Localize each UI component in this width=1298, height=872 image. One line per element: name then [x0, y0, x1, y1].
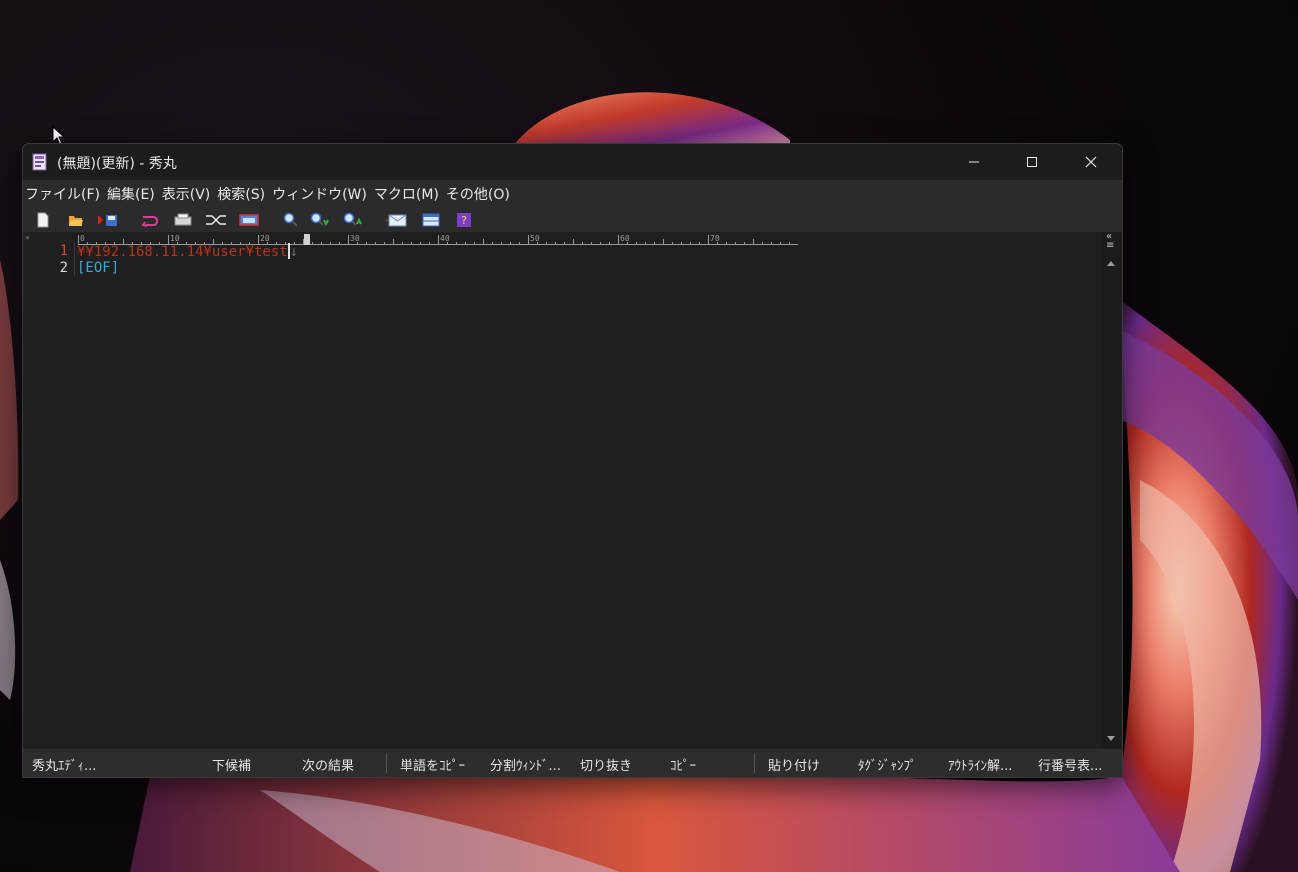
code-line[interactable]: [EOF]	[77, 260, 119, 276]
line-text: ¥¥192.168.11.14¥user¥test	[77, 244, 288, 260]
editor-area[interactable]: » 0 10 20 30 40 50 60 70 1 2 ¥¥192.168.1…	[23, 232, 1101, 749]
fkey-split-window[interactable]: 分割ｳｨﾝﾄﾞ...	[490, 755, 561, 774]
fkey-copy[interactable]: ｺﾋﾟｰ	[670, 755, 696, 774]
window-title: (無題)(更新) - 秀丸	[57, 156, 177, 172]
menu-other[interactable]: その他(O)	[445, 184, 516, 204]
fkey-paste[interactable]: 貼り付け	[768, 755, 820, 774]
save-icon	[98, 215, 117, 226]
open-folder-icon	[69, 216, 83, 226]
minimize-button[interactable]	[945, 144, 1003, 180]
split-window-button[interactable]	[420, 211, 442, 229]
menu-edit[interactable]: 編集(E)	[106, 184, 161, 204]
status-separator	[386, 753, 387, 773]
close-button[interactable]	[1062, 144, 1120, 180]
vertical-scrollbar[interactable]: « ≡	[1101, 231, 1121, 749]
help-button[interactable]: ?	[453, 211, 475, 229]
fkey-cut[interactable]: 切り抜き	[580, 755, 632, 774]
ruler-label: 0	[80, 234, 85, 243]
line-number: 1	[59, 243, 68, 259]
fkey-tag-jump[interactable]: ﾀｸﾞｼﾞｬﾝﾌﾟ	[858, 755, 917, 774]
scroll-up-icon[interactable]	[1101, 258, 1121, 268]
hidemaru-app-icon	[32, 153, 47, 171]
hidemaru-window: (無題)(更新) - 秀丸 ファイル(F) 編集(E) 表示(V) 検索(S) …	[22, 143, 1123, 778]
fkey-next-candidate[interactable]: 下候補	[212, 755, 251, 774]
menu-bar: ファイル(F) 編集(E) 表示(V) 検索(S) ウィンドウ(W) マクロ(M…	[23, 180, 1122, 207]
ruler-label: 40	[440, 234, 450, 243]
print-button[interactable]	[172, 211, 194, 229]
line-number: 2	[59, 260, 68, 276]
ruler-label: 70	[710, 234, 720, 243]
close-icon	[1085, 156, 1097, 168]
undo-icon	[141, 216, 159, 227]
new-file-button[interactable]	[32, 211, 54, 229]
fkey-copy-word[interactable]: 単語をｺﾋﾟｰ	[400, 755, 465, 774]
list-icon[interactable]: ≡	[1106, 240, 1114, 251]
scroll-down-icon[interactable]	[1101, 734, 1121, 744]
menu-macro[interactable]: マクロ(M)	[373, 184, 445, 204]
help-icon: ?	[457, 213, 471, 227]
ruler-marker: »	[25, 233, 30, 242]
open-file-button[interactable]	[65, 211, 87, 229]
shuffle-button[interactable]	[205, 211, 227, 229]
menu-file[interactable]: ファイル(F)	[24, 184, 106, 204]
search-down-button[interactable]	[309, 211, 331, 229]
shuffle-icon	[206, 215, 226, 225]
search-button[interactable]	[280, 211, 302, 229]
menu-window[interactable]: ウィンドウ(W)	[271, 184, 373, 204]
fkey-next-result[interactable]: 次の結果	[302, 755, 354, 774]
menu-view[interactable]: 表示(V)	[161, 184, 217, 204]
function-key-bar: 秀丸ｴﾃﾞｨ... 下候補 次の結果 単語をｺﾋﾟｰ 分割ｳｨﾝﾄﾞ... 切り…	[23, 749, 1122, 777]
ruler-cursor-marker	[304, 234, 310, 245]
ruler-label: 60	[620, 234, 630, 243]
search-up-button[interactable]	[342, 211, 364, 229]
search-down-icon	[310, 212, 329, 227]
print-icon	[174, 213, 192, 226]
mail-button[interactable]	[386, 211, 408, 229]
minimize-icon	[969, 161, 979, 163]
toolbar: ?	[23, 207, 1122, 232]
svg-text:?: ?	[461, 214, 467, 227]
line-end-mark: ↓	[289, 244, 299, 260]
fkey-line-number[interactable]: 行番号表...	[1038, 755, 1102, 774]
undo-button[interactable]	[139, 211, 161, 229]
search-icon	[283, 212, 298, 227]
maximize-button[interactable]	[1003, 144, 1061, 180]
mail-icon	[386, 214, 407, 227]
window-icon	[239, 214, 259, 226]
title-bar[interactable]: (無題)(更新) - 秀丸	[23, 144, 1122, 180]
menu-search[interactable]: 検索(S)	[216, 184, 271, 204]
search-up-icon	[343, 212, 362, 226]
gutter-divider	[74, 243, 75, 277]
new-file-icon	[37, 212, 49, 228]
fkey-hidemaru-editor[interactable]: 秀丸ｴﾃﾞｨ...	[32, 755, 96, 774]
save-button[interactable]	[97, 211, 119, 229]
window-button[interactable]	[238, 211, 260, 229]
status-separator	[754, 753, 755, 773]
window-split-icon	[422, 213, 440, 227]
ruler-label: 20	[260, 234, 270, 243]
ruler-label: 50	[530, 234, 540, 243]
maximize-icon	[1027, 157, 1037, 167]
ruler-label: 10	[170, 234, 180, 243]
eof-marker: [EOF]	[77, 260, 120, 276]
code-line[interactable]: ¥¥192.168.11.14¥user¥test ↓	[77, 243, 298, 260]
fkey-outline[interactable]: ｱｳﾄﾗｲﾝ解...	[948, 755, 1012, 774]
ruler-label: 30	[350, 234, 360, 243]
